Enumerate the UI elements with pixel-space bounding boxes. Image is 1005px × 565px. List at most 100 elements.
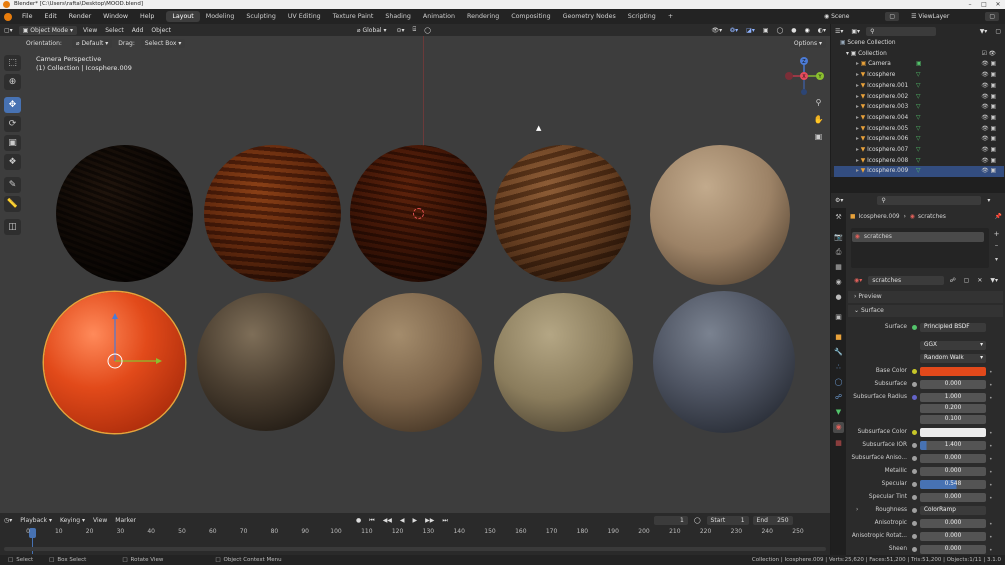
roughness-expand-icon[interactable]: › [856, 505, 858, 516]
mesh-data-icon[interactable]: ▽ [916, 70, 920, 81]
tab-sculpting[interactable]: Sculpting [240, 9, 281, 24]
visibility-eye-icon[interactable]: 👁 ▣ [981, 70, 996, 81]
visibility-eye-icon[interactable]: 👁 ▣ [981, 156, 996, 167]
slot-menu-icon[interactable]: ▾ [991, 256, 1002, 267]
sphere-light-wood[interactable] [494, 145, 631, 282]
menu-view[interactable]: View [83, 27, 97, 34]
record-icon[interactable]: ● [356, 517, 361, 524]
browse-material-icon[interactable]: ◉▾ [854, 277, 862, 284]
base-color-swatch[interactable] [920, 367, 986, 376]
new-collection-icon[interactable]: ▢ [995, 28, 1001, 35]
world-tab-icon[interactable]: ● [833, 292, 844, 303]
measure-tool-icon[interactable]: 📏 [4, 196, 21, 212]
menu-add[interactable]: Add [132, 27, 144, 34]
expand-icon[interactable]: ▸ [856, 94, 859, 100]
scene-new-icon[interactable]: ▢ [885, 12, 900, 21]
subsurface-aniso-field[interactable]: 0.000 [920, 454, 986, 463]
subsurface-ior-slider[interactable]: 1.400 [920, 441, 986, 450]
xray-icon[interactable]: ▣ [763, 27, 769, 34]
mode-selector[interactable]: ▣ Object Mode ▾ [18, 25, 77, 35]
radius-x-field[interactable]: 1.000 [920, 393, 986, 402]
expand-icon[interactable]: ▸ [856, 61, 859, 67]
sphere-sandstone[interactable] [650, 145, 790, 285]
material-name-field[interactable]: scratches [868, 276, 944, 285]
outliner-item[interactable]: ▸ ▼ Icosphere.007 ▽ 👁 ▣ [834, 145, 1004, 156]
timeline-scrollbar[interactable] [4, 547, 826, 551]
anisotropic-rotation-field[interactable]: 0.000 [920, 532, 986, 541]
outliner-item[interactable]: ▸ ▼ Icosphere.008 ▽ 👁 ▣ [834, 156, 1004, 167]
filter-icon[interactable]: ▼▾ [980, 28, 988, 35]
mesh-data-icon[interactable]: ▽ [916, 92, 920, 103]
prev-key-icon[interactable]: ◀◀ [383, 517, 392, 524]
sphere-dark-wood[interactable] [56, 145, 193, 282]
collection-tab-icon[interactable]: ▣ [833, 312, 844, 323]
shading-material-icon[interactable]: ◉ [805, 27, 810, 34]
expand-icon[interactable]: ▸ [856, 126, 859, 132]
tab-scripting[interactable]: Scripting [622, 9, 662, 24]
timeline-editor-icon[interactable]: ◷▾ [4, 517, 12, 524]
mesh-data-icon[interactable]: ▽ [916, 113, 920, 124]
data-tab-icon[interactable]: ▼ [833, 407, 844, 418]
preview-panel-header[interactable]: › Preview [848, 291, 1003, 303]
mesh-data-icon[interactable]: ▽ [916, 81, 920, 92]
pin-icon[interactable]: 📌 [995, 214, 1002, 220]
blender-menu-icon[interactable] [4, 12, 12, 21]
tab-rendering[interactable]: Rendering [461, 9, 505, 24]
outliner-item[interactable]: ▸ ▼ Icosphere.002 ▽ 👁 ▣ [834, 92, 1004, 103]
viewlayer-new-icon[interactable]: ▢ [985, 12, 999, 21]
tool-tab-icon[interactable]: ⚒ [833, 212, 844, 223]
tab-geometry-nodes[interactable]: Geometry Nodes [557, 9, 622, 24]
scene-selector[interactable]: ◉ Scene [820, 12, 853, 21]
visibility-eye-icon[interactable]: 👁 ▣ [981, 166, 996, 177]
visibility-eye-icon[interactable]: 👁 ▣ [981, 134, 996, 145]
sphere-oak-wood[interactable] [204, 145, 341, 282]
scale-tool-icon[interactable]: ▣ [4, 135, 21, 151]
tab-modeling[interactable]: Modeling [200, 9, 241, 24]
menu-file[interactable]: File [16, 9, 39, 24]
menu-timeline-view[interactable]: View [93, 517, 107, 524]
subsurface-method-dropdown[interactable]: Random Walk ▾ [920, 354, 986, 363]
specular-tint-field[interactable]: 0.000 [920, 493, 986, 502]
outliner-item[interactable]: ▸ ▣ Camera ▣ 👁 ▣ [834, 59, 1004, 70]
pan-hand-icon[interactable]: ✋ [812, 113, 825, 126]
expand-icon[interactable]: ▸ [856, 104, 859, 110]
expand-icon[interactable]: ▸ [856, 83, 859, 89]
specular-slider[interactable]: 0.548 [920, 480, 986, 489]
particles-tab-icon[interactable]: ∴ [833, 362, 844, 373]
snap-icon[interactable]: ⌸ [413, 26, 417, 34]
transform-tool-icon[interactable]: ❖ [4, 154, 21, 170]
tab-compositing[interactable]: Compositing [505, 9, 556, 24]
view-layer-tab-icon[interactable]: ▦ [833, 262, 844, 273]
menu-window[interactable]: Window [97, 9, 134, 24]
maximize-icon[interactable]: □ [977, 0, 991, 9]
mesh-data-icon[interactable]: ▽ [916, 102, 920, 113]
roughness-link-field[interactable]: ColorRamp [920, 506, 986, 515]
camera-view-icon[interactable]: ▣ [812, 130, 825, 143]
properties-options-icon[interactable]: ▾ [987, 197, 990, 204]
distribution-dropdown[interactable]: GGX ▾ [920, 341, 986, 350]
close-icon[interactable]: ✕ [991, 0, 1005, 9]
display-mode-icon[interactable]: ▣▾ [851, 28, 860, 35]
shading-solid-icon[interactable]: ● [791, 27, 796, 34]
expand-icon[interactable]: ▸ [856, 147, 859, 153]
output-tab-icon[interactable]: ⎙ [833, 247, 844, 258]
expand-icon[interactable]: ▸ [856, 136, 859, 142]
duplicate-material-icon[interactable]: ▢ [964, 277, 970, 284]
visibility-eye-icon[interactable]: 👁 ▣ [981, 81, 996, 92]
camera-data-icon[interactable]: ▣ [916, 59, 921, 70]
jump-end-icon[interactable]: ⏭ [442, 517, 447, 525]
tab-shading[interactable]: Shading [379, 9, 417, 24]
menu-object[interactable]: Object [151, 27, 171, 34]
properties-editor-icon[interactable]: ⚙▾ [835, 197, 843, 204]
metallic-field[interactable]: 0.000 [920, 467, 986, 476]
jump-start-icon[interactable]: ⏮ [369, 517, 374, 525]
sphere-dirt[interactable] [343, 293, 482, 432]
modifier-tab-icon[interactable]: 🔧 [833, 347, 844, 358]
expand-icon[interactable]: ▸ [856, 72, 859, 78]
visibility-eye-icon[interactable]: 👁 ▣ [981, 59, 996, 70]
tab-layout[interactable]: Layout [166, 11, 200, 22]
radius-y-field[interactable]: 0.200 [920, 404, 986, 413]
outliner-collection[interactable]: ▾ ▣ Collection ☑ 👁 [834, 49, 1004, 60]
navigation-gizmo[interactable]: Z Y X [784, 55, 826, 97]
visibility-eye-icon[interactable]: 👁 ▣ [981, 145, 996, 156]
